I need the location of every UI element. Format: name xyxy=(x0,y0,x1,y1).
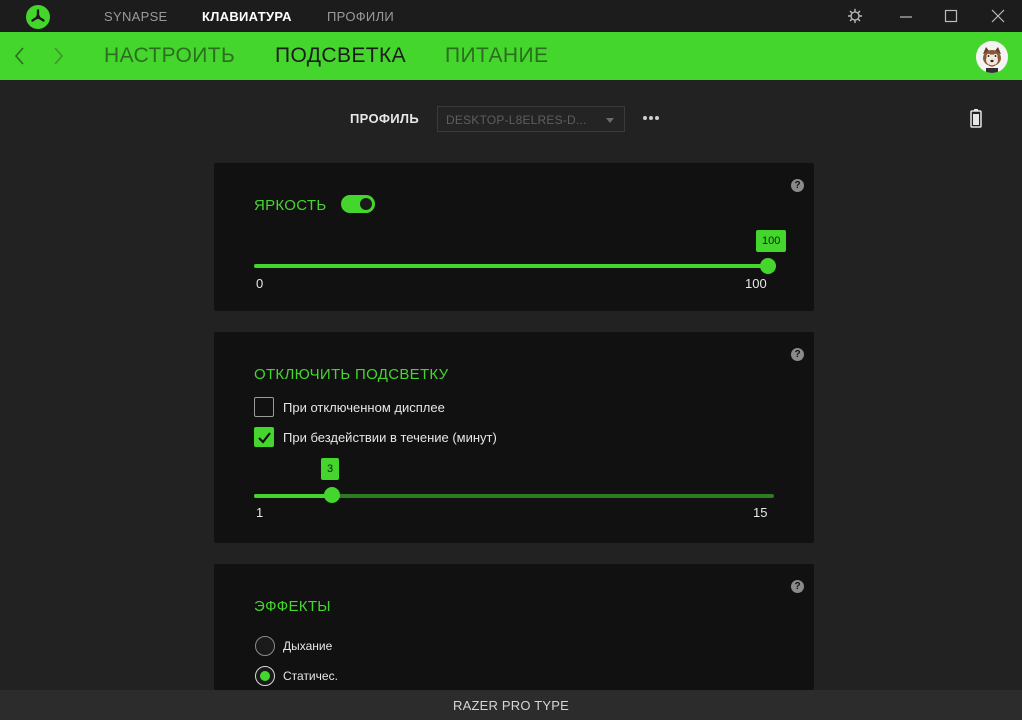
battery-icon xyxy=(970,108,982,128)
tab-profiles[interactable]: ПРОФИЛИ xyxy=(327,9,394,24)
maximize-icon[interactable] xyxy=(941,6,961,26)
brightness-value-bubble: 100 xyxy=(756,230,787,252)
idle-min-label: 1 xyxy=(256,505,264,520)
brightness-min-label: 0 xyxy=(256,276,264,291)
profile-select[interactable]: DESKTOP-L8ELRES-D... xyxy=(437,106,625,132)
close-icon[interactable] xyxy=(988,6,1008,26)
idle-slider-thumb[interactable] xyxy=(324,487,340,503)
profile-label: ПРОФИЛЬ xyxy=(350,111,419,126)
brightness-slider-track[interactable] xyxy=(254,264,768,268)
help-icon[interactable]: ? xyxy=(791,179,804,192)
display-off-label: При отключенном дисплее xyxy=(283,400,445,415)
radio-dot xyxy=(260,671,270,681)
effects-title: ЭФФЕКТЫ xyxy=(254,598,331,615)
profile-select-value: DESKTOP-L8ELRES-D... xyxy=(446,113,587,127)
help-icon[interactable]: ? xyxy=(791,580,804,593)
forward-arrow-icon[interactable] xyxy=(48,44,68,68)
brightness-toggle[interactable] xyxy=(341,195,375,213)
idle-value-bubble: 3 xyxy=(321,458,340,480)
tab-synapse[interactable]: SYNAPSE xyxy=(104,9,168,24)
tab-customize[interactable]: НАСТРОИТЬ xyxy=(104,44,235,68)
tab-keyboard[interactable]: КЛАВИАТУРА xyxy=(202,9,292,24)
lighting-off-card: ? ОТКЛЮЧИТЬ ПОДСВЕТКУ При отключенном ди… xyxy=(214,332,814,543)
more-options-icon[interactable] xyxy=(642,110,662,126)
idle-max-label: 15 xyxy=(753,505,768,520)
chevron-down-icon xyxy=(606,118,614,123)
brightness-card: ? ЯРКОСТЬ 100 0 100 xyxy=(214,163,814,311)
settings-icon[interactable] xyxy=(845,6,865,26)
brightness-max-label: 100 xyxy=(745,276,767,291)
tab-power[interactable]: ПИТАНИЕ xyxy=(445,44,548,68)
device-name: RAZER PRO TYPE xyxy=(453,698,569,713)
help-icon[interactable]: ? xyxy=(791,348,804,361)
checkmark-icon xyxy=(258,432,271,444)
static-label: Статичес. xyxy=(283,669,338,683)
toggle-knob xyxy=(360,198,372,210)
tab-lighting[interactable]: ПОДСВЕТКА xyxy=(275,44,406,68)
avatar[interactable] xyxy=(976,41,1008,73)
back-arrow-icon[interactable] xyxy=(10,44,30,68)
device-footer: RAZER PRO TYPE xyxy=(0,690,1022,720)
minimize-icon[interactable] xyxy=(896,6,916,26)
display-off-checkbox[interactable] xyxy=(254,397,274,417)
effects-card: ? ЭФФЕКТЫ Дыхание Статичес. xyxy=(214,564,814,690)
static-radio[interactable] xyxy=(255,666,275,686)
idle-label: При бездействии в течение (минут) xyxy=(283,430,497,445)
breathing-label: Дыхание xyxy=(283,639,333,653)
razer-logo-icon xyxy=(26,5,50,29)
nav-bar: НАСТРОИТЬ ПОДСВЕТКА ПИТАНИЕ xyxy=(0,32,1022,80)
brightness-title: ЯРКОСТЬ xyxy=(254,197,327,214)
idle-checkbox[interactable] xyxy=(254,427,274,447)
idle-slider-fill xyxy=(254,494,332,498)
brightness-slider-thumb[interactable] xyxy=(760,258,776,274)
title-bar: SYNAPSE КЛАВИАТУРА ПРОФИЛИ xyxy=(0,0,1022,32)
breathing-radio[interactable] xyxy=(255,636,275,656)
lighting-off-title: ОТКЛЮЧИТЬ ПОДСВЕТКУ xyxy=(254,366,449,383)
